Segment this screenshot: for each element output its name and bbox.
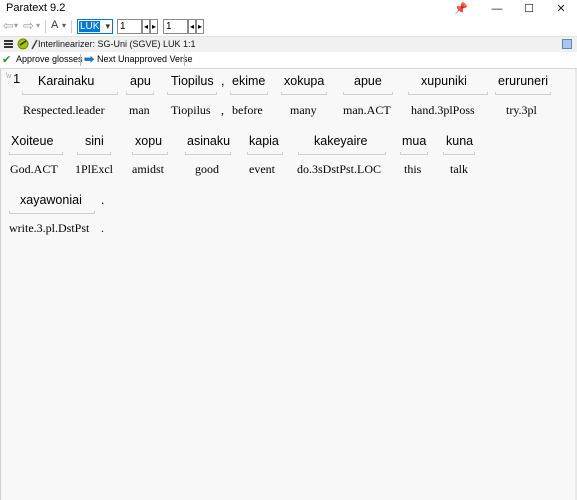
gloss[interactable]: amidst (132, 162, 164, 177)
main-toolbar: ⇦ ▾ ⇨ ▾ A ▾ LUK ▾ 1 ◂ ▸ 1 ◂ ▸ (0, 17, 577, 37)
back-arrow-icon[interactable]: ⇦ (3, 18, 14, 34)
toolbar-separator (80, 54, 81, 66)
word-box (400, 152, 428, 155)
gloss[interactable]: Tiopilus (171, 103, 211, 118)
word-box (298, 152, 386, 155)
gloss[interactable]: Respected.leader (23, 103, 105, 118)
title-bar: Paratext 9.2 📌 — ☐ ✕ (0, 0, 577, 17)
word-box (408, 92, 488, 95)
gloss[interactable]: this (404, 162, 421, 177)
chapter-next-button[interactable]: ▸ (150, 19, 158, 34)
gloss[interactable]: write.3.pl.DstPst (9, 221, 89, 236)
toolbar-separator (45, 20, 46, 33)
word[interactable]: Tiopilus (171, 74, 214, 88)
word[interactable]: . (101, 193, 104, 207)
gloss[interactable]: . (101, 221, 104, 236)
word-box (247, 152, 283, 155)
word[interactable]: kapia (249, 134, 279, 148)
word[interactable]: xupuniki (421, 74, 467, 88)
word-box (230, 92, 268, 95)
arrow-right-icon: ➡ (84, 52, 95, 66)
book-select-value: LUK (79, 21, 101, 32)
word[interactable]: ekime (232, 74, 265, 88)
word-box (495, 92, 551, 95)
word[interactable]: xopu (135, 134, 162, 148)
word[interactable]: apu (130, 74, 151, 88)
gloss[interactable]: many (290, 103, 317, 118)
word[interactable]: mua (402, 134, 426, 148)
word-box (343, 92, 393, 95)
gloss[interactable]: hand.3plPoss (411, 103, 475, 118)
font-button[interactable]: A (51, 19, 58, 31)
chapter-prev-button[interactable]: ◂ (142, 19, 150, 34)
close-button[interactable]: ✕ (546, 0, 576, 17)
toolbar-separator (71, 20, 72, 33)
approve-glosses-label: Approve glosses (16, 54, 83, 64)
chapter-input[interactable]: 1 (117, 19, 142, 34)
gloss[interactable]: try.3pl (506, 103, 537, 118)
interlinear-content: \v 1 Karainaku apu Tiopilus , ekime xoku… (0, 69, 577, 500)
word-box (167, 92, 217, 95)
word-box (9, 152, 63, 155)
word-box (77, 152, 111, 155)
gloss[interactable]: God.ACT (10, 162, 58, 177)
app-title: Paratext 9.2 (6, 2, 66, 14)
word[interactable]: eruruneri (498, 74, 548, 88)
gloss[interactable]: man.ACT (343, 103, 391, 118)
panel-title-bar: Interlinearizer: SG-Uni (SGVE) LUK 1:1 (0, 37, 577, 53)
word-box (126, 92, 154, 95)
word[interactable]: kakeyaire (314, 134, 368, 148)
word[interactable]: , (221, 74, 224, 88)
gloss[interactable]: before (232, 103, 263, 118)
word-box (281, 92, 327, 95)
word-box (185, 152, 231, 155)
word[interactable]: Karainaku (38, 74, 94, 88)
menu-icon[interactable] (4, 40, 13, 48)
chevron-down-icon: ▾ (105, 21, 110, 31)
gloss[interactable]: do.3sDstPst.LOC (297, 162, 381, 177)
forward-arrow-icon[interactable]: ⇨ (23, 18, 34, 34)
word[interactable]: xayawoniai (20, 193, 82, 207)
verse-next-button[interactable]: ▸ (196, 19, 204, 34)
verse-number: 1 (13, 71, 21, 86)
toolbar-separator (184, 54, 185, 66)
word-box (9, 211, 95, 214)
word-box (132, 152, 168, 155)
forward-dropdown-icon[interactable]: ▾ (36, 21, 40, 30)
interlinear-tool-icon (17, 38, 30, 50)
word-box (443, 152, 475, 155)
gloss[interactable]: good (195, 162, 219, 177)
gloss[interactable]: 1PlExcl (75, 162, 113, 177)
gloss[interactable]: man (129, 103, 150, 118)
maximize-button[interactable]: ☐ (514, 0, 544, 17)
back-dropdown-icon[interactable]: ▾ (14, 21, 18, 30)
verse-input[interactable]: 1 (163, 19, 188, 34)
checkmark-icon: ✔ (2, 54, 12, 66)
panel-close-button[interactable] (562, 39, 572, 49)
next-unapproved-verse-label: Next Unapproved Verse (97, 54, 193, 64)
word[interactable]: sini (85, 134, 104, 148)
pin-icon[interactable]: 📌 (446, 0, 476, 17)
verse-prev-button[interactable]: ◂ (188, 19, 196, 34)
word[interactable]: xokupa (284, 74, 324, 88)
word-box (22, 92, 118, 95)
action-toolbar: ✔ Approve glosses ➡ Next Unapproved Vers… (0, 52, 577, 69)
gloss[interactable]: event (249, 162, 275, 177)
panel-title: Interlinearizer: SG-Uni (SGVE) LUK 1:1 (38, 39, 196, 49)
minimize-button[interactable]: — (482, 0, 512, 17)
word[interactable]: kuna (446, 134, 473, 148)
book-select[interactable]: LUK ▾ (77, 19, 113, 34)
gloss[interactable]: , (221, 103, 224, 118)
verse-marker: \v (6, 73, 12, 80)
word[interactable]: apue (354, 74, 382, 88)
font-dropdown-icon[interactable]: ▾ (62, 21, 66, 30)
word[interactable]: asinaku (187, 134, 230, 148)
word[interactable]: Xoiteue (11, 134, 53, 148)
gloss[interactable]: talk (450, 162, 468, 177)
